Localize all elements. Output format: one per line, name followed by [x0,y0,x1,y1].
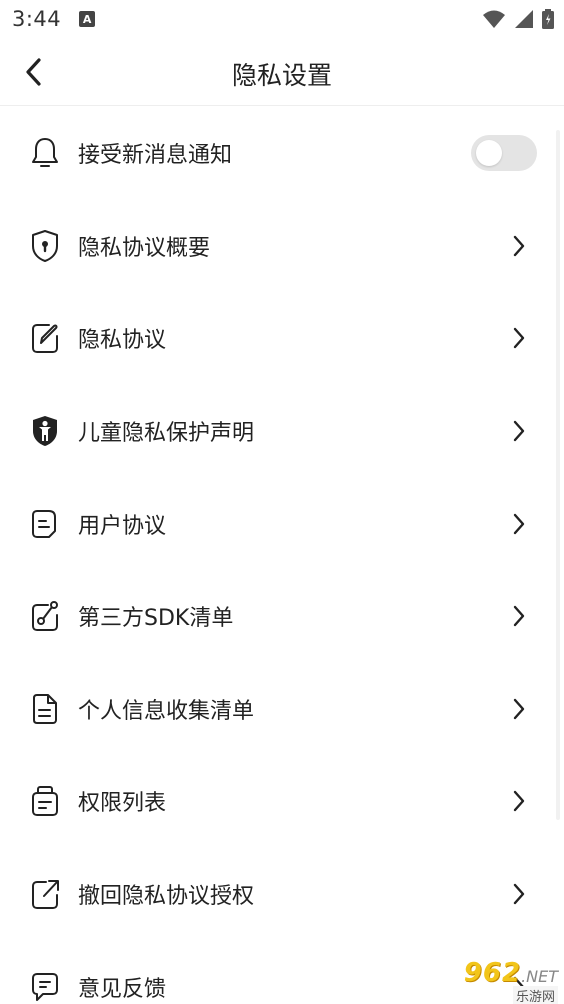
list-item-label: 儿童隐私保护声明 [78,421,255,447]
file-text-icon [28,692,62,726]
scrollbar[interactable] [556,130,560,820]
page-title: 隐私设置 [231,61,332,90]
a-icon: A [79,11,96,27]
message-notification-toggle[interactable] [471,135,537,172]
chevron-right-icon [508,232,530,260]
chevron-right-icon [508,787,530,815]
list-item-permission-list[interactable]: 权限列表 [0,755,564,848]
folder-icon [28,784,62,818]
battery-icon [542,9,554,29]
chevron-right-icon [508,695,530,723]
list-item-label: 个人信息收集清单 [78,698,255,724]
list-item-label: 撤回隐私协议授权 [78,884,255,910]
chevron-right-icon [508,417,530,445]
status-time: 3:44 [12,7,62,31]
chevron-right-icon [508,880,530,908]
list-item-children-privacy[interactable]: 儿童隐私保护声明 [0,385,564,478]
list-item-label: 用户协议 [78,513,167,539]
watermark-sub: 乐游网 [512,986,558,1004]
app-bar: 隐私设置 [0,38,564,106]
shield-lock-icon [28,229,62,263]
list-item-revoke-authorization[interactable]: 撤回隐私协议授权 [0,848,564,941]
list-item-user-agreement[interactable]: 用户协议 [0,477,564,570]
chevron-right-icon [508,510,530,538]
watermark-net: .NET [521,967,558,986]
chevron-right-icon [508,602,530,630]
wifi-icon [483,10,505,28]
list-item-privacy-agreement[interactable]: 隐私协议 [0,292,564,385]
feedback-icon [28,970,62,1004]
settings-list: 接受新消息通知 隐私协议概要 隐私协议 儿童隐私保护声明 用户协议 第三方SDK… [0,107,564,1004]
list-item-label: 隐私协议概要 [78,235,211,261]
bell-icon [28,136,62,170]
list-item-privacy-summary[interactable]: 隐私协议概要 [0,200,564,293]
list-item-message-notification: 接受新消息通知 [0,107,564,200]
list-item-third-party-sdk[interactable]: 第三方SDK清单 [0,570,564,663]
list-item-label: 接受新消息通知 [78,143,233,169]
status-bar: 3:44 A [0,0,564,38]
watermark-main: 962 [463,958,522,988]
chevron-right-icon [508,324,530,352]
child-shield-icon [28,414,62,448]
list-item-label: 意见反馈 [78,976,167,1002]
edit-document-icon [28,321,62,355]
toggle-knob [476,140,502,167]
signal-icon [515,10,533,28]
watermark-logo: 962 .NET 乐游网 [428,958,558,1004]
status-icons [482,9,554,29]
list-item-label: 隐私协议 [78,328,167,354]
link-icon [28,599,62,633]
list-item-label: 权限列表 [78,791,167,817]
list-item-label: 第三方SDK清单 [78,606,234,632]
document-icon [28,507,62,541]
export-icon [28,877,62,911]
list-item-personal-info[interactable]: 个人信息收集清单 [0,663,564,756]
